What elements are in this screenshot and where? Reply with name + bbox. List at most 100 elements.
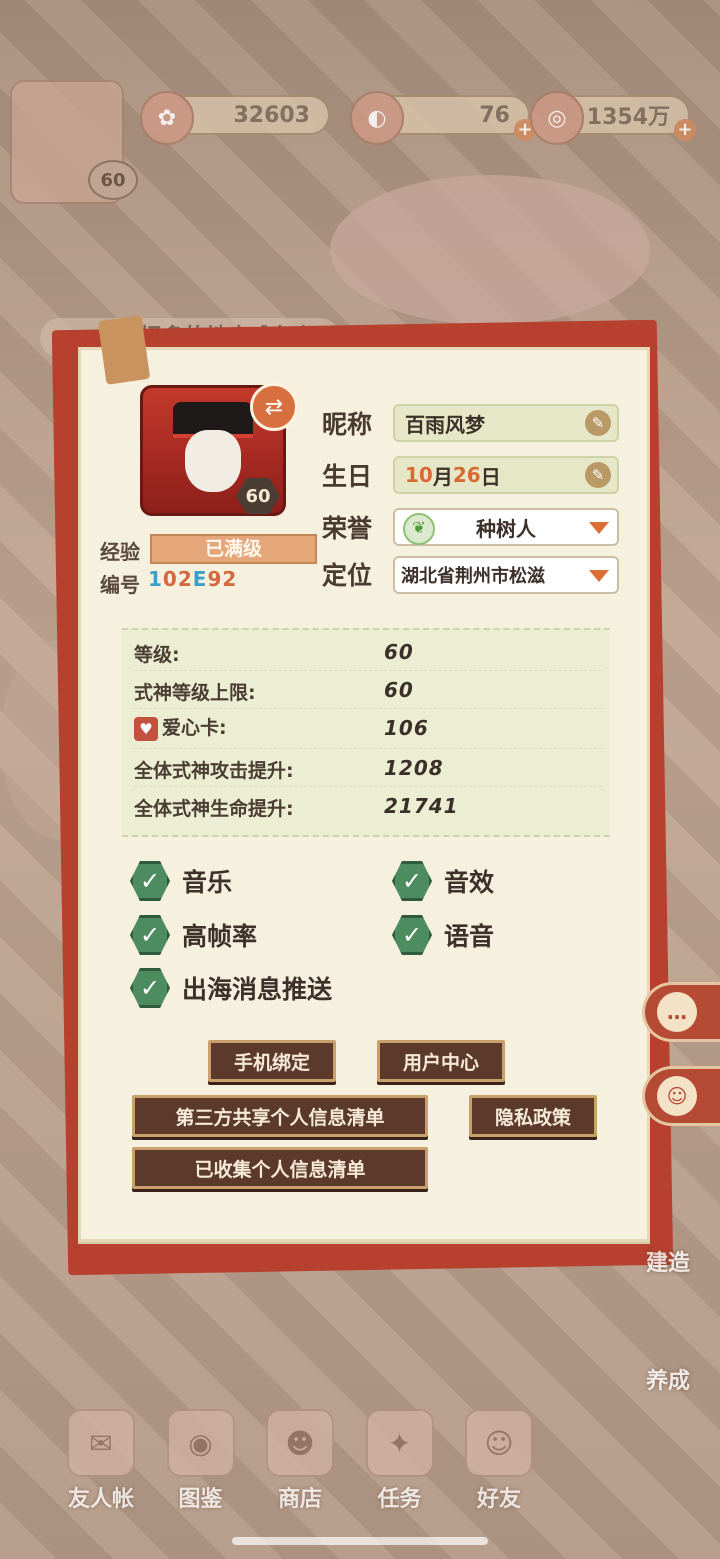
toggle-push-notification[interactable]: ✓ 出海消息推送 bbox=[130, 968, 332, 1008]
stats-table: 等级: 60 式神等级上限: 60 ♥ 爱心卡: 106 全体式神攻击提升: 12… bbox=[122, 628, 610, 837]
location-value: 湖北省荆州市松滋 bbox=[401, 566, 545, 587]
stat-value: 106 bbox=[384, 716, 429, 740]
stat-row: 式神等级上限: 60 bbox=[134, 672, 604, 708]
id-char: 2 bbox=[222, 567, 238, 591]
toggle-sound-effects[interactable]: ✓ 音效 bbox=[392, 861, 494, 901]
chevron-down-icon bbox=[589, 522, 609, 534]
stat-value: 60 bbox=[384, 640, 414, 664]
stat-label: 式神等级上限: bbox=[134, 682, 256, 704]
task-icon: ✦ bbox=[365, 1409, 434, 1477]
stat-label-wrap: ♥ 爱心卡: bbox=[134, 713, 227, 741]
nickname-value: 百雨风梦 bbox=[405, 412, 485, 437]
stat-value: 1208 bbox=[384, 756, 444, 780]
toggle-label: 语音 bbox=[444, 922, 495, 951]
stat-label: 爱心卡: bbox=[162, 717, 227, 739]
checkmark-icon[interactable]: ✓ bbox=[130, 915, 170, 955]
magatama-icon: ◐ bbox=[350, 91, 404, 145]
swap-icon[interactable]: ⇄ bbox=[250, 383, 298, 431]
birthday-month: 10 bbox=[405, 463, 433, 487]
stat-row: 全体式神生命提升: 21741 bbox=[134, 788, 604, 824]
resource-bar: ✿ 32603 ◐ 76 + ◎ 1354万 + bbox=[140, 91, 700, 145]
lucky-cat-icon: ☻ bbox=[266, 1409, 334, 1477]
resource-coin[interactable]: ◎ 1354万 + bbox=[530, 91, 696, 145]
chat-icon: … bbox=[657, 992, 697, 1032]
home-indicator[interactable] bbox=[232, 1537, 488, 1545]
user-center-button[interactable]: 用户中心 bbox=[377, 1040, 505, 1082]
nickname-field[interactable]: 百雨风梦 ✎ bbox=[393, 404, 619, 442]
birthday-field[interactable]: 10 月 26 日 ✎ bbox=[393, 456, 619, 494]
toggle-label: 高帧率 bbox=[182, 922, 258, 951]
nav-illustrated[interactable]: ◉ 图鉴 bbox=[160, 1409, 242, 1519]
id-char: 2 bbox=[177, 567, 193, 591]
chat-button[interactable]: … bbox=[642, 982, 720, 1042]
nav-label: 友人帐 bbox=[67, 1487, 134, 1512]
divider bbox=[134, 748, 602, 749]
stat-label: 全体式神攻击提升: bbox=[134, 760, 294, 782]
nav-shop[interactable]: ☻ 商店 bbox=[259, 1409, 341, 1519]
eye-icon: ◉ bbox=[166, 1409, 235, 1477]
id-char: 1 bbox=[148, 567, 163, 591]
birthday-day: 26 bbox=[452, 463, 481, 487]
privacy-policy-button[interactable]: 隐私政策 bbox=[469, 1095, 597, 1137]
cheer-button[interactable]: ☺ bbox=[642, 1066, 720, 1126]
divider bbox=[134, 670, 602, 671]
edit-icon[interactable]: ✎ bbox=[585, 462, 611, 488]
id-char: E bbox=[192, 567, 208, 591]
location-select[interactable]: 湖北省荆州市松滋 bbox=[393, 556, 619, 594]
toggle-label: 出海消息推送 bbox=[182, 975, 333, 1004]
nickname-label: 昵称 bbox=[322, 410, 373, 439]
nav-label: 任务 bbox=[377, 1487, 422, 1512]
exp-label: 经验 bbox=[100, 540, 140, 564]
checkmark-icon[interactable]: ✓ bbox=[392, 861, 432, 901]
leaf-icon: ❦ bbox=[403, 513, 435, 545]
checkmark-icon[interactable]: ✓ bbox=[392, 915, 432, 955]
birthday-label: 生日 bbox=[322, 462, 373, 491]
friends-icon: ☺ bbox=[465, 1409, 533, 1477]
edit-icon[interactable]: ✎ bbox=[585, 410, 611, 436]
id-char: 0 bbox=[162, 567, 178, 591]
birthday-day-unit: 日 bbox=[480, 464, 501, 489]
birthday-month-unit: 月 bbox=[432, 464, 453, 489]
develop-label[interactable]: 养成 bbox=[646, 1363, 690, 1395]
id-label: 编号 bbox=[100, 573, 140, 597]
bottom-nav: ✉ 友人帐 ◉ 图鉴 ☻ 商店 ✦ 任务 ☺ 好友 bbox=[60, 1409, 540, 1519]
checkmark-icon[interactable]: ✓ bbox=[130, 861, 170, 901]
toggle-high-framerate[interactable]: ✓ 高帧率 bbox=[130, 915, 257, 955]
nav-label: 商店 bbox=[277, 1487, 322, 1512]
stat-row: 等级: 60 bbox=[134, 634, 604, 670]
id-char: 9 bbox=[207, 567, 223, 591]
plus-icon[interactable]: + bbox=[674, 119, 696, 141]
nav-tasks[interactable]: ✦ 任务 bbox=[359, 1409, 441, 1519]
heart-card-icon: ♥ bbox=[134, 716, 158, 741]
coin-icon: ◎ bbox=[530, 91, 584, 145]
stat-value: 60 bbox=[384, 678, 414, 702]
stat-row: ♥ 爱心卡: 106 bbox=[134, 710, 604, 746]
portrait-face bbox=[185, 430, 241, 492]
nav-label: 好友 bbox=[476, 1487, 521, 1512]
location-label: 定位 bbox=[322, 561, 373, 590]
stat-value: 21741 bbox=[384, 794, 459, 818]
stat-label: 全体式神生命提升: bbox=[134, 798, 294, 820]
nav-label: 图鉴 bbox=[178, 1487, 223, 1512]
toggle-label: 音效 bbox=[444, 868, 495, 897]
toggle-music[interactable]: ✓ 音乐 bbox=[130, 861, 232, 901]
toggle-voice[interactable]: ✓ 语音 bbox=[392, 915, 494, 955]
nav-friend-book[interactable]: ✉ 友人帐 bbox=[60, 1409, 142, 1519]
player-level-badge: 60 bbox=[88, 160, 138, 200]
third-party-info-button[interactable]: 第三方共享个人信息清单 bbox=[132, 1095, 428, 1137]
build-label[interactable]: 建造 bbox=[646, 1245, 690, 1277]
friend-book-icon: ✉ bbox=[67, 1409, 135, 1477]
toggle-label: 音乐 bbox=[182, 868, 233, 897]
honor-select[interactable]: ❦ 种树人 bbox=[393, 508, 619, 546]
checkmark-icon[interactable]: ✓ bbox=[130, 968, 170, 1008]
resource-value: 32603 bbox=[233, 102, 310, 128]
resource-magatama[interactable]: ◐ 76 + bbox=[350, 91, 536, 145]
resource-value: 1354万 bbox=[586, 105, 670, 130]
phone-bind-button[interactable]: 手机绑定 bbox=[208, 1040, 336, 1082]
stat-label: 等级: bbox=[134, 644, 180, 666]
resource-sakura[interactable]: ✿ 32603 bbox=[140, 91, 330, 145]
bg-cloud bbox=[330, 175, 650, 325]
collected-info-button[interactable]: 已收集个人信息清单 bbox=[132, 1147, 428, 1189]
divider bbox=[134, 708, 602, 709]
nav-friends[interactable]: ☺ 好友 bbox=[458, 1409, 540, 1519]
